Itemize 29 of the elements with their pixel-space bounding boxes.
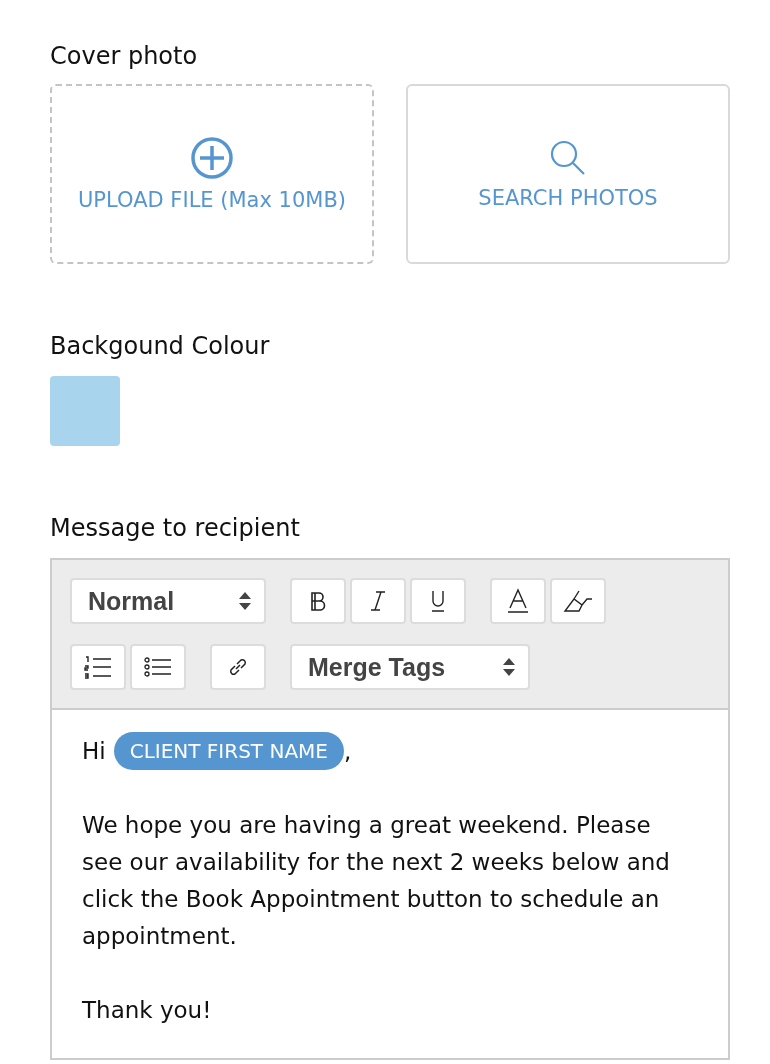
section-label: Backgound Colour	[50, 331, 271, 362]
bullet-list-icon	[144, 657, 172, 677]
message-paragraph: We hope you are having a great weekend. Please see our availability for the next 2 weeks below and click the Book Appointment button to schedule an appointment.	[82, 811, 671, 951]
link-button[interactable]	[210, 644, 266, 690]
plus-circle-icon	[190, 136, 234, 180]
message-paragraph: Thank you!	[82, 996, 213, 1025]
comma-text: ,	[343, 736, 352, 766]
merge-tag-chip: CLIENT FIRST NAME	[113, 732, 344, 770]
up-down-caret-icon	[502, 657, 516, 677]
greeting-text: Hi	[82, 736, 106, 766]
highlight-button[interactable]	[550, 578, 606, 624]
dropdown-select[interactable]: Normal	[70, 578, 266, 624]
numbered-list-icon	[84, 655, 112, 679]
bold-button[interactable]	[290, 578, 346, 624]
section-label: Cover photo	[50, 41, 199, 72]
colour-swatch[interactable]	[50, 376, 120, 446]
bullet-list-button[interactable]	[130, 644, 186, 690]
bold-icon	[309, 591, 327, 611]
ordered-list-button[interactable]	[70, 644, 126, 690]
underline-button[interactable]	[410, 578, 466, 624]
dropdown-select[interactable]: Merge Tags	[290, 644, 530, 690]
section-label: Message to recipient	[50, 513, 301, 544]
underline-icon	[430, 589, 446, 613]
italic-icon	[369, 590, 387, 612]
up-down-caret-icon	[238, 591, 252, 611]
highlighter-icon	[563, 589, 593, 613]
font-color-icon	[507, 588, 529, 614]
font-color-button[interactable]	[490, 578, 546, 624]
italic-button[interactable]	[350, 578, 406, 624]
